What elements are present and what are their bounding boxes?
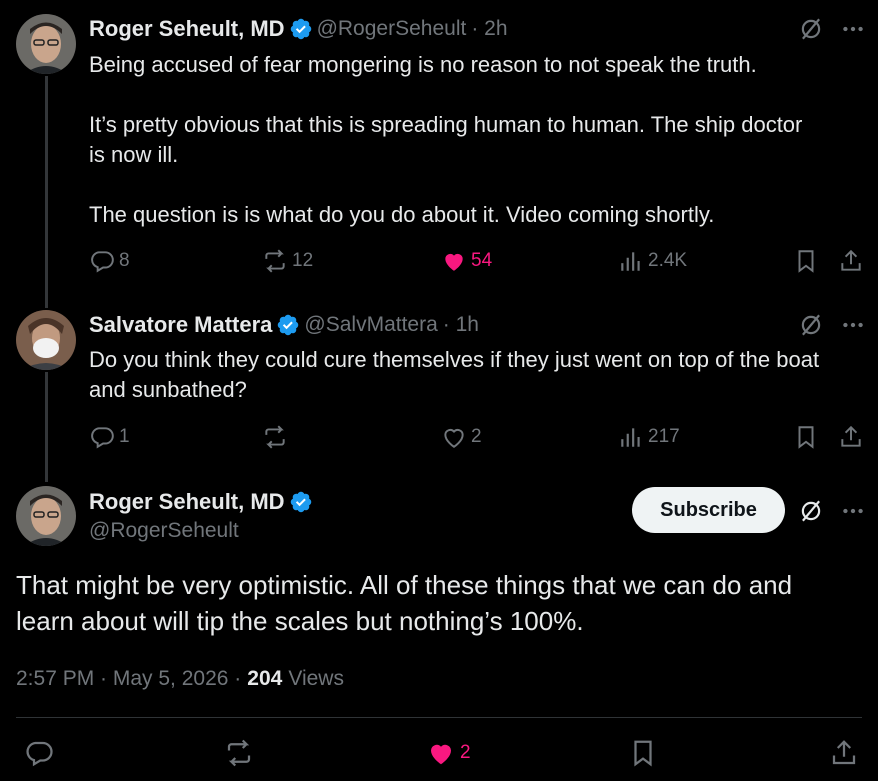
avatar[interactable] (16, 14, 76, 74)
bookmark-button[interactable] (628, 738, 658, 768)
author-name[interactable]: Salvatore Mattera (89, 312, 272, 338)
views-count: 217 (648, 426, 680, 447)
share-button[interactable] (829, 738, 859, 768)
tweet-line: learn about will tip the scales but noth… (16, 606, 584, 636)
tweet-line: is now ill. (89, 142, 179, 167)
tweet-line: It’s pretty obvious that this is spreadi… (89, 112, 803, 137)
analytics-icon (621, 252, 640, 271)
share-button[interactable] (838, 424, 864, 450)
like-count: 2 (471, 426, 482, 447)
verified-badge-icon (290, 18, 311, 40)
reply-count: 8 (119, 250, 130, 271)
more-icon[interactable] (840, 312, 866, 343)
author-name[interactable]: Roger Seheult, MD (89, 489, 285, 515)
reply-count: 1 (119, 426, 130, 447)
post-time[interactable]: · 1h (443, 313, 479, 337)
avatar[interactable] (16, 310, 76, 370)
heart-icon (444, 429, 464, 448)
repost-button[interactable] (224, 738, 254, 768)
repost-icon (265, 425, 285, 449)
reply-icon (91, 251, 114, 273)
tweet-line: Do you think they could cure themselves … (89, 347, 820, 372)
tweet-line: The question is is what do you do about … (89, 202, 715, 227)
bookmark-button[interactable] (793, 424, 819, 450)
thread-line (45, 76, 48, 308)
views-label: Views (288, 667, 344, 690)
reply-button[interactable] (24, 738, 54, 768)
tweet-text: Being accused of fear mongering is no re… (89, 50, 869, 230)
grok-icon[interactable] (798, 312, 824, 343)
views-count: 204 (247, 667, 283, 690)
reply-button[interactable]: 8 (89, 248, 130, 274)
reply-button[interactable]: 1 (89, 424, 130, 450)
repost-button[interactable] (262, 424, 288, 450)
avatar[interactable] (16, 486, 76, 546)
bookmark-icon (798, 250, 814, 273)
thread-line (45, 372, 48, 482)
like-count: 54 (471, 250, 493, 271)
verified-badge-icon (290, 491, 311, 513)
analytics-icon (621, 428, 640, 447)
heart-filled-icon (431, 744, 451, 765)
repost-button[interactable]: 12 (262, 248, 313, 274)
author-handle[interactable]: @SalvMattera (304, 313, 437, 337)
author-name[interactable]: Roger Seheult, MD (89, 16, 285, 42)
tweet-text: Do you think they could cure themselves … (89, 345, 869, 405)
bookmark-icon (798, 426, 814, 449)
main-tweet-text: That might be very optimistic. All of th… (16, 567, 866, 639)
bookmark-button[interactable] (793, 248, 819, 274)
more-icon[interactable] (840, 16, 866, 47)
share-icon (841, 249, 861, 271)
views-button[interactable]: 217 (618, 424, 680, 450)
subscribe-button[interactable]: Subscribe (632, 487, 785, 533)
author-handle[interactable]: @RogerSeheult (89, 519, 239, 543)
like-button[interactable]: 2 (426, 738, 471, 768)
grok-icon[interactable] (798, 498, 824, 529)
views-button[interactable]: 2.4K (618, 248, 687, 274)
like-button[interactable]: 54 (441, 248, 492, 274)
divider (16, 717, 862, 718)
more-icon[interactable] (840, 498, 866, 529)
share-icon (832, 740, 856, 765)
share-icon (841, 425, 861, 447)
repost-icon (227, 739, 251, 767)
share-button[interactable] (838, 248, 864, 274)
bookmark-icon (634, 740, 652, 767)
like-count: 2 (460, 742, 471, 763)
tweet-line: Being accused of fear mongering is no re… (89, 52, 757, 77)
like-button[interactable]: 2 (441, 424, 482, 450)
post-time[interactable]: · 2h (471, 17, 507, 41)
tweet-line: That might be very optimistic. All of th… (16, 570, 793, 600)
post-timestamp[interactable]: 2:57 PM · May 5, 2026 · (16, 667, 241, 691)
views-count: 2.4K (648, 250, 688, 271)
repost-count: 12 (292, 250, 314, 271)
tweet-line: and sunbathed? (89, 377, 247, 402)
grok-icon[interactable] (798, 16, 824, 47)
author-handle[interactable]: @RogerSeheult (317, 17, 467, 41)
verified-badge-icon (278, 314, 299, 336)
reply-icon (26, 741, 53, 767)
reply-icon (91, 427, 114, 449)
heart-filled-icon (445, 253, 463, 271)
repost-icon (265, 249, 285, 273)
